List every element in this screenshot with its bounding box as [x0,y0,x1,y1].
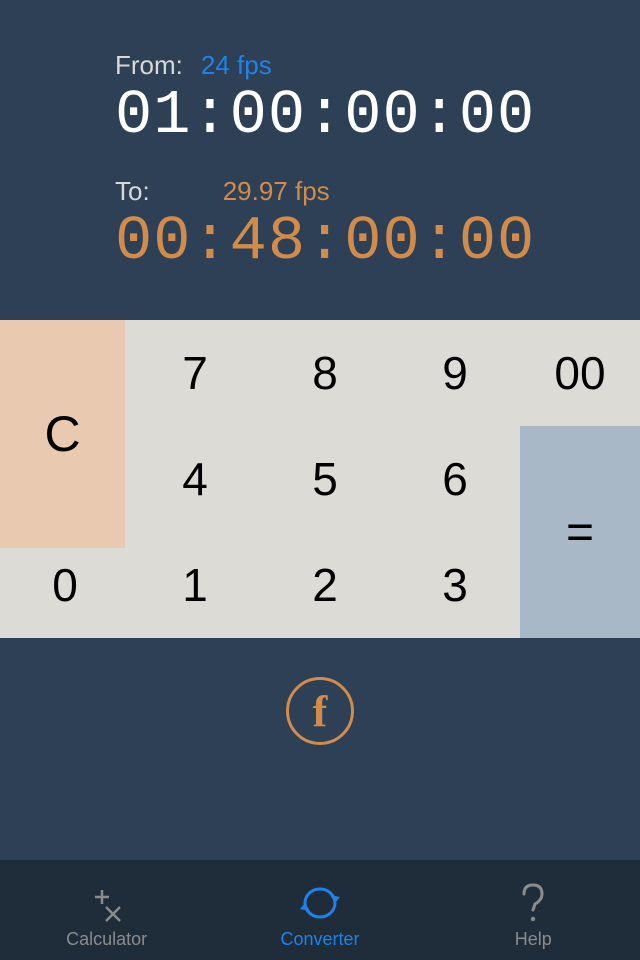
to-timecode-display: 00:48:00:00 [115,209,640,274]
digit-9-key[interactable]: 9 [390,320,520,426]
digit-4-key[interactable]: 4 [130,426,260,532]
equals-key[interactable]: = [520,426,640,638]
converter-icon [297,881,343,925]
from-fps-selector[interactable]: 24 fps [201,50,272,81]
from-label: From: [115,50,183,81]
digit-1-key[interactable]: 1 [130,532,260,638]
clear-key[interactable]: C [0,320,125,548]
function-label: f [313,686,328,737]
tab-calculator[interactable]: Calculator [42,881,172,950]
from-timecode-display[interactable]: 01:00:00:00 [115,83,640,148]
digit-00-key[interactable]: 00 [520,320,640,426]
keypad: C 7 8 9 00 4 5 6 = 0 1 2 3 [0,320,640,638]
digit-0-key[interactable]: 0 [0,532,130,638]
to-label: To: [115,176,150,207]
digit-7-key[interactable]: 7 [130,320,260,426]
calculator-icon [87,881,127,925]
tab-bar: Calculator Converter Help [0,860,640,960]
function-button[interactable]: f [286,677,354,745]
tab-converter-label: Converter [280,929,359,950]
tab-converter[interactable]: Converter [255,881,385,950]
digit-8-key[interactable]: 8 [260,320,390,426]
to-fps-selector[interactable]: 29.97 fps [223,176,330,207]
digit-5-key[interactable]: 5 [260,426,390,532]
help-icon [518,881,548,925]
digit-2-key[interactable]: 2 [260,532,390,638]
tab-help[interactable]: Help [468,881,598,950]
digit-6-key[interactable]: 6 [390,426,520,532]
tab-help-label: Help [515,929,552,950]
digit-3-key[interactable]: 3 [390,532,520,638]
tab-calculator-label: Calculator [66,929,147,950]
